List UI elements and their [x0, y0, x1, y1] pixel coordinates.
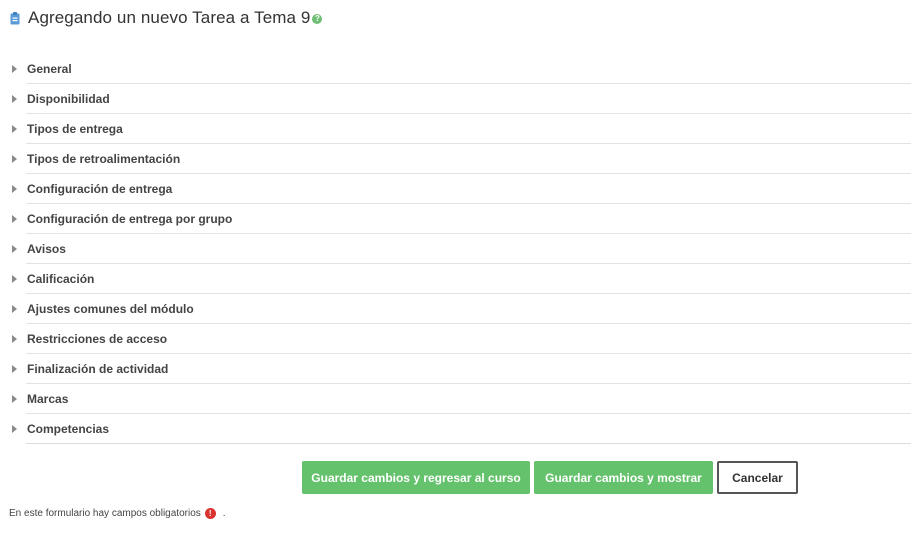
help-icon[interactable]: ?	[312, 14, 323, 24]
section-label: Calificación	[27, 272, 95, 286]
caret-right-icon	[12, 335, 17, 343]
caret-right-icon	[12, 125, 17, 133]
required-fields-note: En este formulario hay campos obligatori…	[9, 508, 226, 519]
assignment-icon	[9, 11, 21, 25]
section-disponibilidad[interactable]: Disponibilidad	[0, 84, 911, 114]
caret-right-icon	[12, 95, 17, 103]
cancel-button[interactable]: Cancelar	[717, 461, 798, 494]
section-label: Disponibilidad	[27, 92, 110, 106]
section-label: Finalización de actividad	[27, 362, 169, 376]
section-label: General	[27, 62, 72, 76]
section-label: Restricciones de acceso	[27, 332, 168, 346]
section-label: Marcas	[27, 392, 69, 406]
form-sections: General Disponibilidad Tipos de entrega …	[0, 54, 911, 444]
section-label: Avisos	[27, 242, 66, 256]
caret-right-icon	[12, 425, 17, 433]
form-buttons: Guardar cambios y regresar al curso Guar…	[302, 461, 798, 494]
section-label: Competencias	[27, 422, 110, 436]
save-and-display-button[interactable]: Guardar cambios y mostrar	[534, 461, 713, 494]
section-competencias[interactable]: Competencias	[0, 414, 911, 444]
caret-right-icon	[12, 185, 17, 193]
section-marcas[interactable]: Marcas	[0, 384, 911, 414]
section-configuracion-de-entrega[interactable]: Configuración de entrega	[0, 174, 911, 204]
page-title: Agregando un nuevo Tarea a Tema 9	[28, 8, 311, 27]
required-icon: !	[204, 508, 216, 519]
section-general[interactable]: General	[0, 54, 911, 84]
section-label: Ajustes comunes del módulo	[27, 302, 194, 316]
page-header: Agregando un nuevo Tarea a Tema 9 ?	[9, 7, 323, 29]
section-label: Configuración de entrega por grupo	[27, 212, 233, 226]
caret-right-icon	[12, 155, 17, 163]
section-avisos[interactable]: Avisos	[0, 234, 911, 264]
section-tipos-de-retroalimentacion[interactable]: Tipos de retroalimentación	[0, 144, 911, 174]
section-configuracion-entrega-grupo[interactable]: Configuración de entrega por grupo	[0, 204, 911, 234]
caret-right-icon	[12, 275, 17, 283]
section-restricciones-de-acceso[interactable]: Restricciones de acceso	[0, 324, 911, 354]
caret-right-icon	[12, 395, 17, 403]
caret-right-icon	[12, 65, 17, 73]
section-finalizacion-de-actividad[interactable]: Finalización de actividad	[0, 354, 911, 384]
section-label: Tipos de retroalimentación	[27, 152, 181, 166]
section-ajustes-comunes[interactable]: Ajustes comunes del módulo	[0, 294, 911, 324]
section-tipos-de-entrega[interactable]: Tipos de entrega	[0, 114, 911, 144]
caret-right-icon	[12, 215, 17, 223]
section-label: Tipos de entrega	[27, 122, 123, 136]
section-calificacion[interactable]: Calificación	[0, 264, 911, 294]
caret-right-icon	[12, 365, 17, 373]
save-and-return-button[interactable]: Guardar cambios y regresar al curso	[302, 461, 530, 494]
required-note-text: En este formulario hay campos obligatori…	[9, 508, 201, 519]
caret-right-icon	[12, 245, 17, 253]
page: Agregando un nuevo Tarea a Tema 9 ? Gene…	[0, 0, 911, 537]
trailing-dot: .	[222, 508, 226, 519]
section-label: Configuración de entrega	[27, 182, 173, 196]
caret-right-icon	[12, 305, 17, 313]
